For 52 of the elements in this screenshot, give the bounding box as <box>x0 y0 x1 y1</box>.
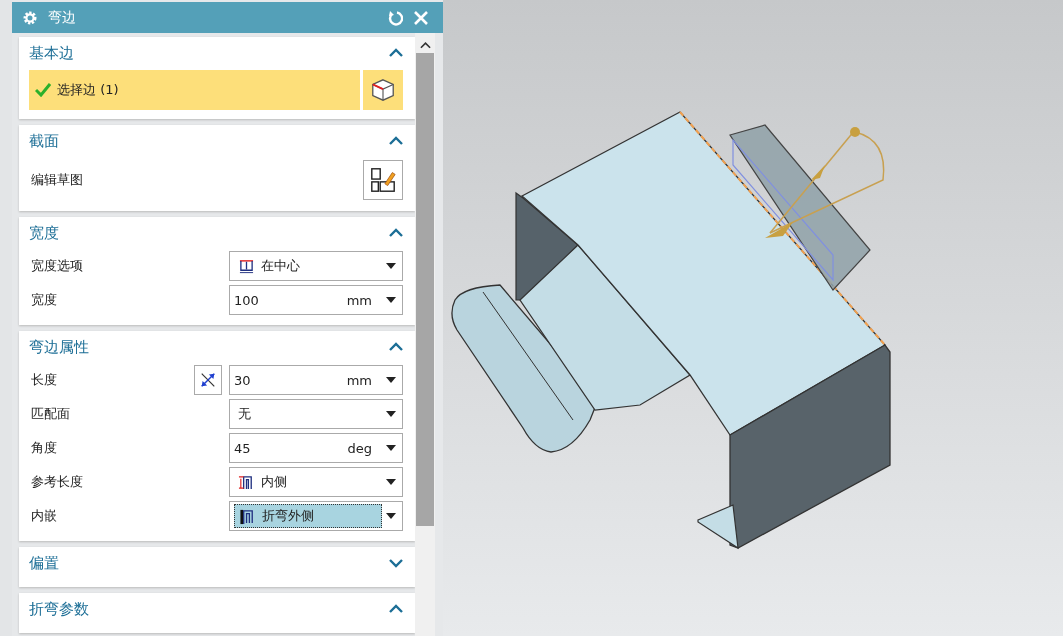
select-edge-button[interactable]: 选择边 (1) <box>29 70 360 110</box>
reset-icon[interactable] <box>387 9 403 26</box>
field-label: 宽度选项 <box>30 257 83 275</box>
chevron-icon[interactable] <box>389 228 403 238</box>
section-title: 偏置 <box>29 553 59 573</box>
field-label: 长度 <box>30 371 57 389</box>
chevron-icon[interactable] <box>389 136 403 146</box>
cube-icon <box>370 77 396 103</box>
window-title: 弯边 <box>48 8 76 27</box>
section-title: 弯边属性 <box>29 337 89 357</box>
section-title: 基本边 <box>29 43 74 63</box>
number-field[interactable]: 100 mm <box>229 285 403 315</box>
chevron-icon[interactable] <box>389 342 403 352</box>
sketch-button[interactable] <box>363 160 403 200</box>
dropdown-caret-icon <box>386 377 396 383</box>
dropdown-caret-icon <box>386 445 396 451</box>
number-field[interactable]: 45 deg <box>229 433 403 463</box>
settings-icon[interactable] <box>22 9 38 26</box>
edge-picker-button[interactable] <box>363 70 403 110</box>
chevron-icon[interactable] <box>389 558 403 568</box>
scrollbar[interactable] <box>415 33 435 636</box>
dropdown-caret-icon <box>386 263 396 269</box>
field-label: 内嵌 <box>30 507 57 525</box>
dropdown[interactable]: 内侧 <box>229 467 403 497</box>
field-label: 参考长度 <box>30 473 83 491</box>
chevron-icon[interactable] <box>389 48 403 58</box>
chevron-icon[interactable] <box>389 604 403 614</box>
dropdown-caret-icon <box>386 479 396 485</box>
section-title: 折弯参数 <box>29 599 89 619</box>
field-label: 角度 <box>30 439 57 457</box>
bend-outside-icon <box>239 507 256 525</box>
number-field[interactable]: 30 mm <box>229 365 403 395</box>
scroll-up-icon[interactable] <box>419 41 431 49</box>
graphics-viewport[interactable] <box>443 0 1063 636</box>
dropdown-caret-icon <box>386 513 396 519</box>
dropdown[interactable]: 折弯外侧 <box>229 501 403 531</box>
dropdown[interactable]: 在中心 <box>229 251 403 281</box>
reverse-arrows-icon <box>199 371 217 389</box>
dropdown[interactable]: 无 <box>229 399 403 429</box>
bend-inside-icon <box>238 473 255 491</box>
section-title: 截面 <box>29 131 59 151</box>
field-label: 编辑草图 <box>30 171 83 189</box>
field-label: 宽度 <box>30 291 57 309</box>
dropdown-caret-icon <box>386 297 396 303</box>
drag-handle-icon[interactable] <box>765 127 885 238</box>
reverse-direction-button[interactable] <box>194 365 222 395</box>
dropdown-caret-icon <box>386 411 396 417</box>
width-center-icon <box>238 258 255 274</box>
close-icon[interactable] <box>413 9 429 26</box>
section-title: 宽度 <box>29 223 59 243</box>
field-label: 匹配面 <box>30 405 70 423</box>
sketch-pencil-icon <box>369 166 397 194</box>
